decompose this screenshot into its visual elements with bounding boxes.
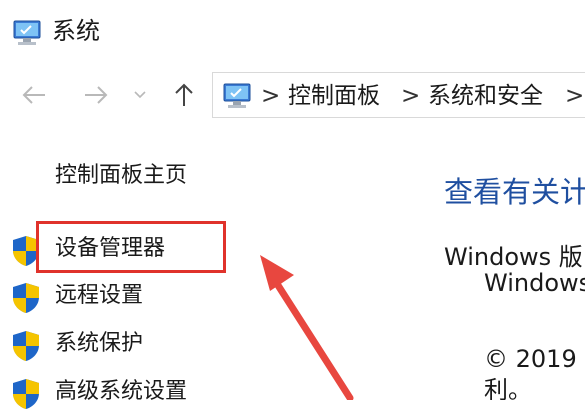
- page-title: 查看有关计: [444, 175, 585, 209]
- breadcrumb-separator: >: [401, 83, 421, 109]
- sidebar-item-remote-settings[interactable]: 远程设置: [0, 277, 260, 317]
- uac-shield-icon: [10, 329, 42, 363]
- annotation-arrow: [260, 255, 354, 400]
- control-panel-icon: [221, 81, 253, 111]
- copyright-text-continued: 利。: [484, 376, 532, 400]
- arrow-up-icon[interactable]: [166, 76, 202, 114]
- uac-shield-icon: [10, 281, 42, 315]
- breadcrumb-system-security[interactable]: 系统和安全: [428, 80, 543, 112]
- chevron-down-icon[interactable]: [128, 76, 152, 114]
- uac-shield-icon: [10, 377, 42, 411]
- sidebar-item-label: 系统保护: [55, 331, 144, 356]
- monitor-icon: [12, 18, 42, 48]
- highlight-box: [36, 221, 226, 273]
- title-bar: 系统: [0, 0, 585, 62]
- arrow-left-icon[interactable]: [16, 76, 52, 114]
- sidebar-item-system-protection[interactable]: 系统保护: [0, 325, 260, 365]
- address-bar[interactable]: > 控制面板 > 系统和安全 >: [212, 72, 585, 118]
- sidebar-item-advanced-settings[interactable]: 高级系统设置: [0, 373, 260, 413]
- control-panel-home-link[interactable]: 控制面板主页: [55, 160, 187, 192]
- window-title: 系统: [52, 17, 100, 45]
- navigation-bar: > 控制面板 > 系统和安全 >: [0, 68, 585, 122]
- arrow-right-icon[interactable]: [78, 76, 114, 114]
- sidebar-item-label: 高级系统设置: [55, 379, 188, 404]
- copyright-text: © 2019 M: [484, 345, 585, 373]
- sidebar-item-label: 远程设置: [55, 283, 144, 308]
- windows-product-name: Windows: [484, 269, 585, 297]
- breadcrumb-separator: >: [261, 83, 281, 109]
- breadcrumb-control-panel[interactable]: 控制面板: [288, 80, 380, 112]
- breadcrumb-separator: >: [565, 83, 585, 109]
- main-content: 查看有关计 Windows 版 Windows © 2019 M 利。: [420, 150, 585, 400]
